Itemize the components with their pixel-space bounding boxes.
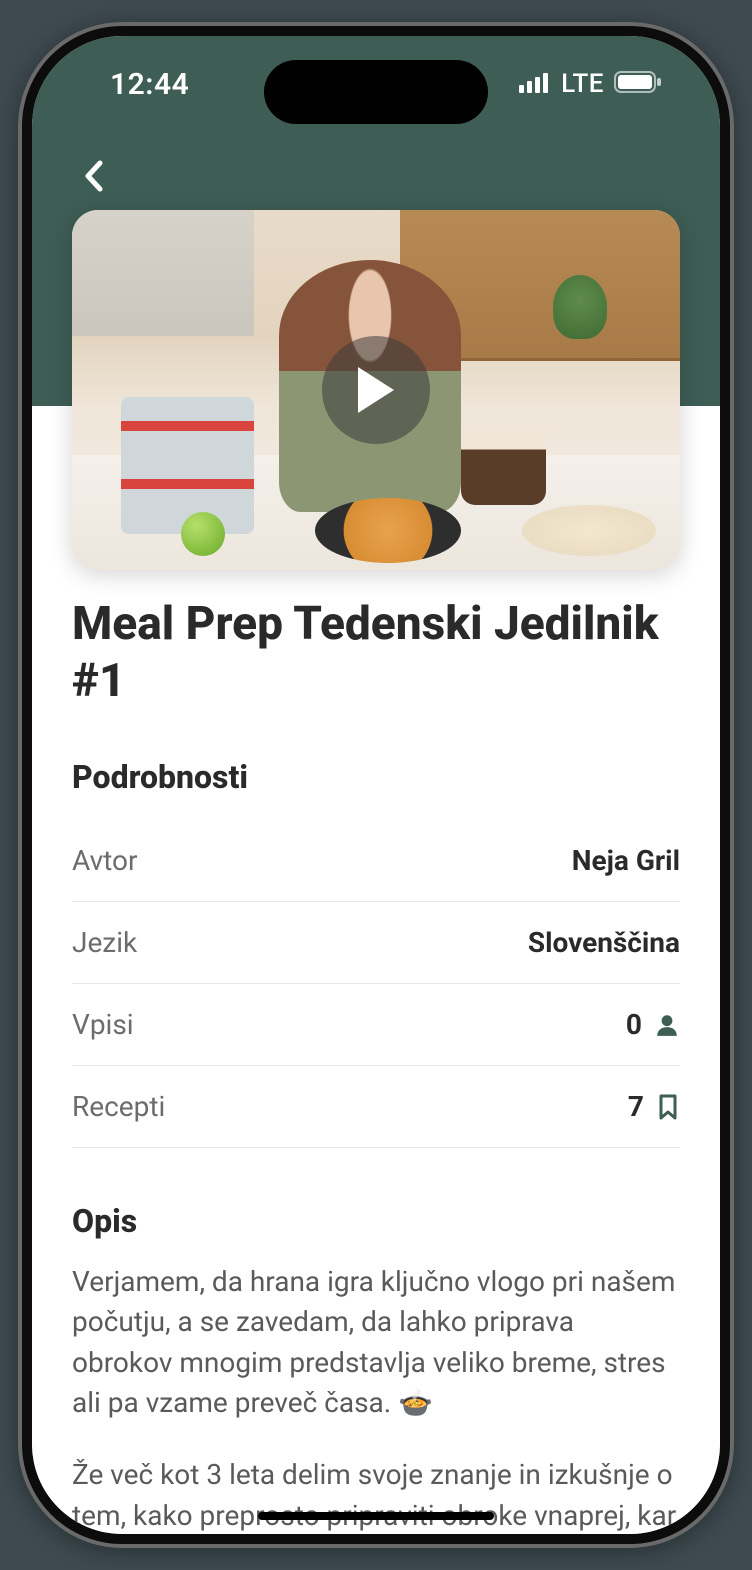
description-body: Verjamem, da hrana igra ključno vlogo pr…: [72, 1262, 680, 1534]
detail-value: 7: [628, 1090, 680, 1123]
detail-value: 0: [626, 1008, 680, 1041]
detail-value-number: 0: [626, 1008, 642, 1041]
detail-label: Vpisi: [72, 1008, 134, 1041]
detail-label: Avtor: [72, 844, 138, 877]
status-time: 12:44: [110, 67, 189, 102]
signal-icon: [519, 71, 551, 97]
detail-value-number: 7: [628, 1090, 644, 1123]
back-button[interactable]: [72, 154, 116, 198]
page-title: Meal Prep Tedenski Jedilnik #1: [72, 596, 680, 710]
video-preview[interactable]: [72, 210, 680, 570]
description-paragraph: Verjamem, da hrana igra ključno vlogo pr…: [72, 1262, 680, 1423]
detail-row-author: Avtor Neja Gril: [72, 820, 680, 902]
phone-frame: 12:44 LTE: [18, 22, 734, 1548]
notch: [264, 60, 488, 124]
user-icon: [654, 1012, 680, 1038]
bookmark-icon: [656, 1094, 680, 1120]
detail-row-enrollments: Vpisi 0: [72, 984, 680, 1066]
home-indicator[interactable]: [258, 1512, 494, 1520]
play-overlay: [72, 210, 680, 570]
detail-value: Slovenščina: [528, 926, 680, 959]
detail-row-language: Jezik Slovenščina: [72, 902, 680, 984]
battery-icon: [614, 70, 662, 98]
detail-row-recipes: Recepti 7: [72, 1066, 680, 1148]
description-paragraph: Že več kot 3 leta delim svoje znanje in …: [72, 1455, 680, 1534]
play-button[interactable]: [322, 336, 430, 444]
detail-label: Jezik: [72, 926, 137, 959]
content-scroll[interactable]: Meal Prep Tedenski Jedilnik #1 Podrobnos…: [32, 406, 720, 1534]
play-icon: [354, 365, 398, 415]
chevron-left-icon: [84, 160, 104, 192]
phone-screen: 12:44 LTE: [32, 36, 720, 1534]
network-label: LTE: [561, 69, 604, 99]
status-indicators: LTE: [519, 69, 662, 99]
description-header: Opis: [72, 1202, 680, 1240]
detail-label: Recepti: [72, 1090, 165, 1123]
detail-value: Neja Gril: [572, 844, 680, 877]
details-header: Podrobnosti: [72, 758, 680, 796]
